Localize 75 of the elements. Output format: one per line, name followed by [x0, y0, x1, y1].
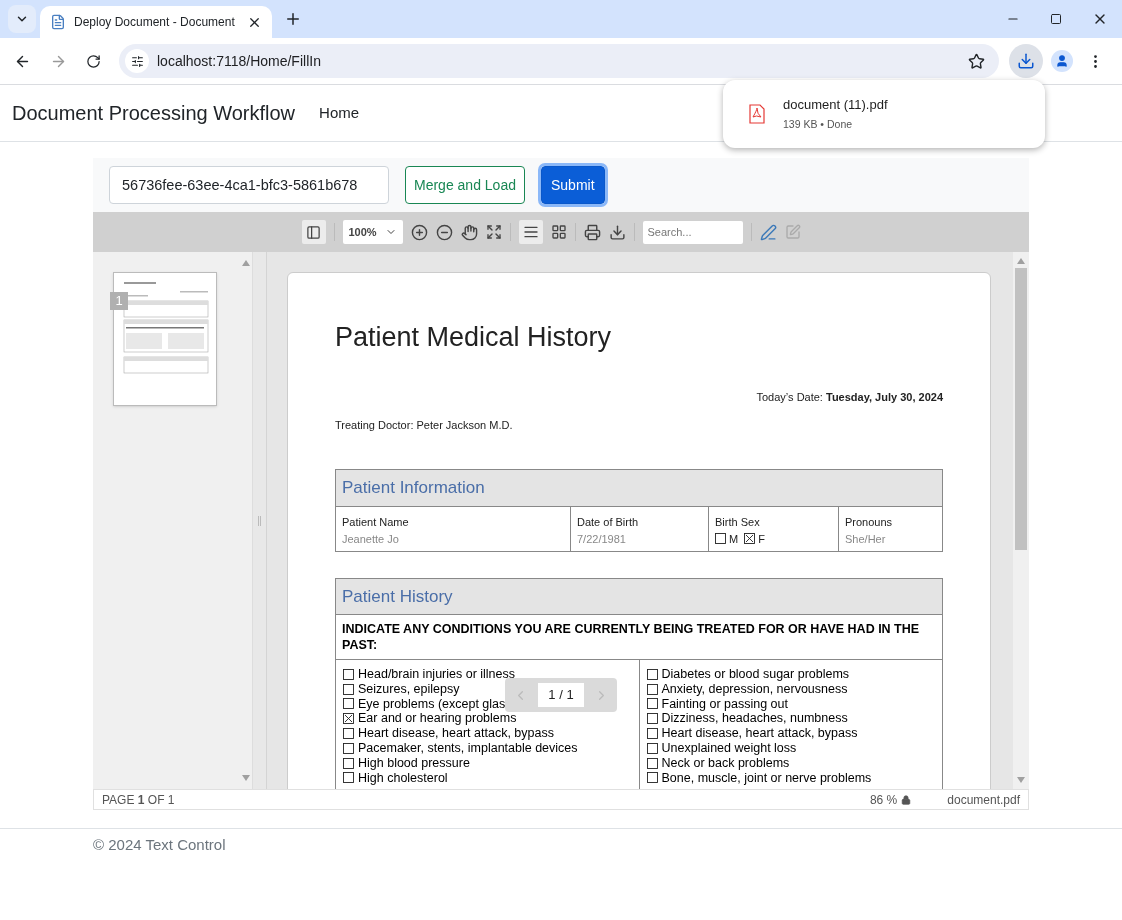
condition-label: Anxiety, depression, nervousness — [661, 681, 848, 698]
condition-label: Heart disease, heart attack, bypass — [661, 725, 858, 743]
brand-title[interactable]: Document Processing Workflow — [12, 98, 296, 128]
option-label: F — [758, 531, 765, 547]
footer-text: © 2024 Text Control — [93, 836, 226, 853]
lock-icon — [901, 794, 912, 805]
splitter-handle[interactable] — [253, 252, 267, 789]
fit-page-icon[interactable] — [485, 224, 502, 240]
bookmark-star-icon[interactable] — [968, 52, 985, 70]
print-icon[interactable] — [583, 223, 601, 241]
download-status: 139 KB • Done — [783, 116, 854, 132]
hand-icon[interactable] — [460, 223, 478, 241]
condition-label: Diabetes or blood sugar problems — [661, 666, 850, 684]
file-name: document.pdf — [947, 791, 1020, 809]
condition-label: High blood pressure — [358, 755, 470, 772]
page-indicator: 1 / 1 — [538, 683, 584, 707]
condition-label: Pacemaker, stents, implantable devices — [358, 740, 578, 757]
condition-label: Dizziness, headaches, numbness — [661, 711, 848, 728]
submit-button[interactable]: Submit — [540, 166, 605, 204]
download-icon — [1017, 52, 1035, 70]
search-field[interactable]: Search... — [642, 220, 743, 244]
condition-label: Seizures, epilepsy — [358, 681, 460, 698]
condition-label: Ear and or hearing problems — [358, 711, 517, 728]
todays-date: Today’s Date: Tuesday, July 30, 2024 — [756, 390, 943, 403]
browser-tab[interactable]: Deploy Document - Document — [40, 6, 272, 38]
section-heading: Patient Information — [342, 477, 485, 500]
new-tab-icon[interactable] — [284, 10, 302, 28]
site-settings-icon[interactable] — [130, 54, 144, 68]
url-text: localhost:7118/Home/FillIn — [157, 51, 321, 71]
document-title: Patient Medical History — [335, 321, 613, 354]
person-icon — [1055, 54, 1069, 68]
field-label: Date of Birth — [577, 515, 640, 530]
zoom-level: 86 % — [869, 791, 898, 809]
maximize-icon[interactable] — [1050, 13, 1062, 25]
field-label: Pronouns — [845, 515, 894, 530]
section-heading: Patient History — [342, 585, 453, 608]
option-label: M — [729, 531, 739, 547]
address-bar[interactable]: localhost:7118/Home/FillIn — [119, 44, 999, 78]
treating-doctor: Treating Doctor: Peter Jackson M.D. — [335, 417, 514, 433]
zoom-in-icon[interactable] — [410, 223, 428, 241]
condition-label: High cholesterol — [358, 770, 448, 787]
field-label: Patient Name — [342, 515, 410, 530]
pdf-file-icon — [749, 104, 765, 124]
instruction-text: INDICATE ANY CONDITIONS YOU ARE CURRENTLY BEING TREATED FOR OR HAVE HAD IN THE PAST: — [342, 621, 921, 653]
condition-label: Bone, muscle, joint or nerve problems — [661, 770, 872, 787]
profile-avatar[interactable] — [1051, 50, 1073, 72]
condition-label: Unexplained weight loss — [661, 740, 797, 757]
scrollbar-thumb[interactable] — [1015, 268, 1027, 550]
sidebar-icon — [306, 224, 321, 240]
nav-link[interactable]: Home — [319, 101, 360, 125]
field-value: Jeanette Jo — [342, 531, 400, 547]
grid-view-icon[interactable] — [550, 224, 567, 240]
reload-icon[interactable] — [86, 53, 101, 69]
downloads-button[interactable] — [1009, 44, 1043, 78]
zoom-select[interactable]: 100% — [342, 220, 403, 244]
field-label: Birth Sex — [715, 515, 761, 530]
download-file-name[interactable]: document (11).pdf — [783, 95, 888, 115]
condition-label: Fainting or passing out — [661, 696, 788, 713]
signature-icon[interactable] — [759, 223, 777, 241]
field-value: She/Her — [845, 531, 887, 547]
download-icon[interactable] — [608, 223, 626, 241]
zoom-out-icon[interactable] — [435, 223, 453, 241]
single-page-view[interactable] — [518, 220, 543, 244]
page-count: PAGE 1 OF 1 — [102, 791, 175, 809]
text-lines-icon — [522, 224, 539, 240]
condition-label: Heart disease, heart attack, bypass — [358, 725, 554, 743]
document-id-field[interactable]: 56736fee-63ee-4ca1-bfc3-5861b678 — [109, 166, 389, 204]
document-icon — [50, 14, 66, 30]
condition-label: Eye problems (except glas — [358, 696, 506, 713]
condition-label: Neck or back problems — [661, 755, 790, 772]
field-value: 7/22/1981 — [577, 531, 627, 547]
tab-title: Deploy Document - Document — [74, 14, 236, 31]
merge-button[interactable]: Merge and Load — [405, 166, 525, 204]
page-number-badge: 1 — [110, 292, 128, 310]
sidebar-toggle[interactable] — [301, 220, 326, 244]
